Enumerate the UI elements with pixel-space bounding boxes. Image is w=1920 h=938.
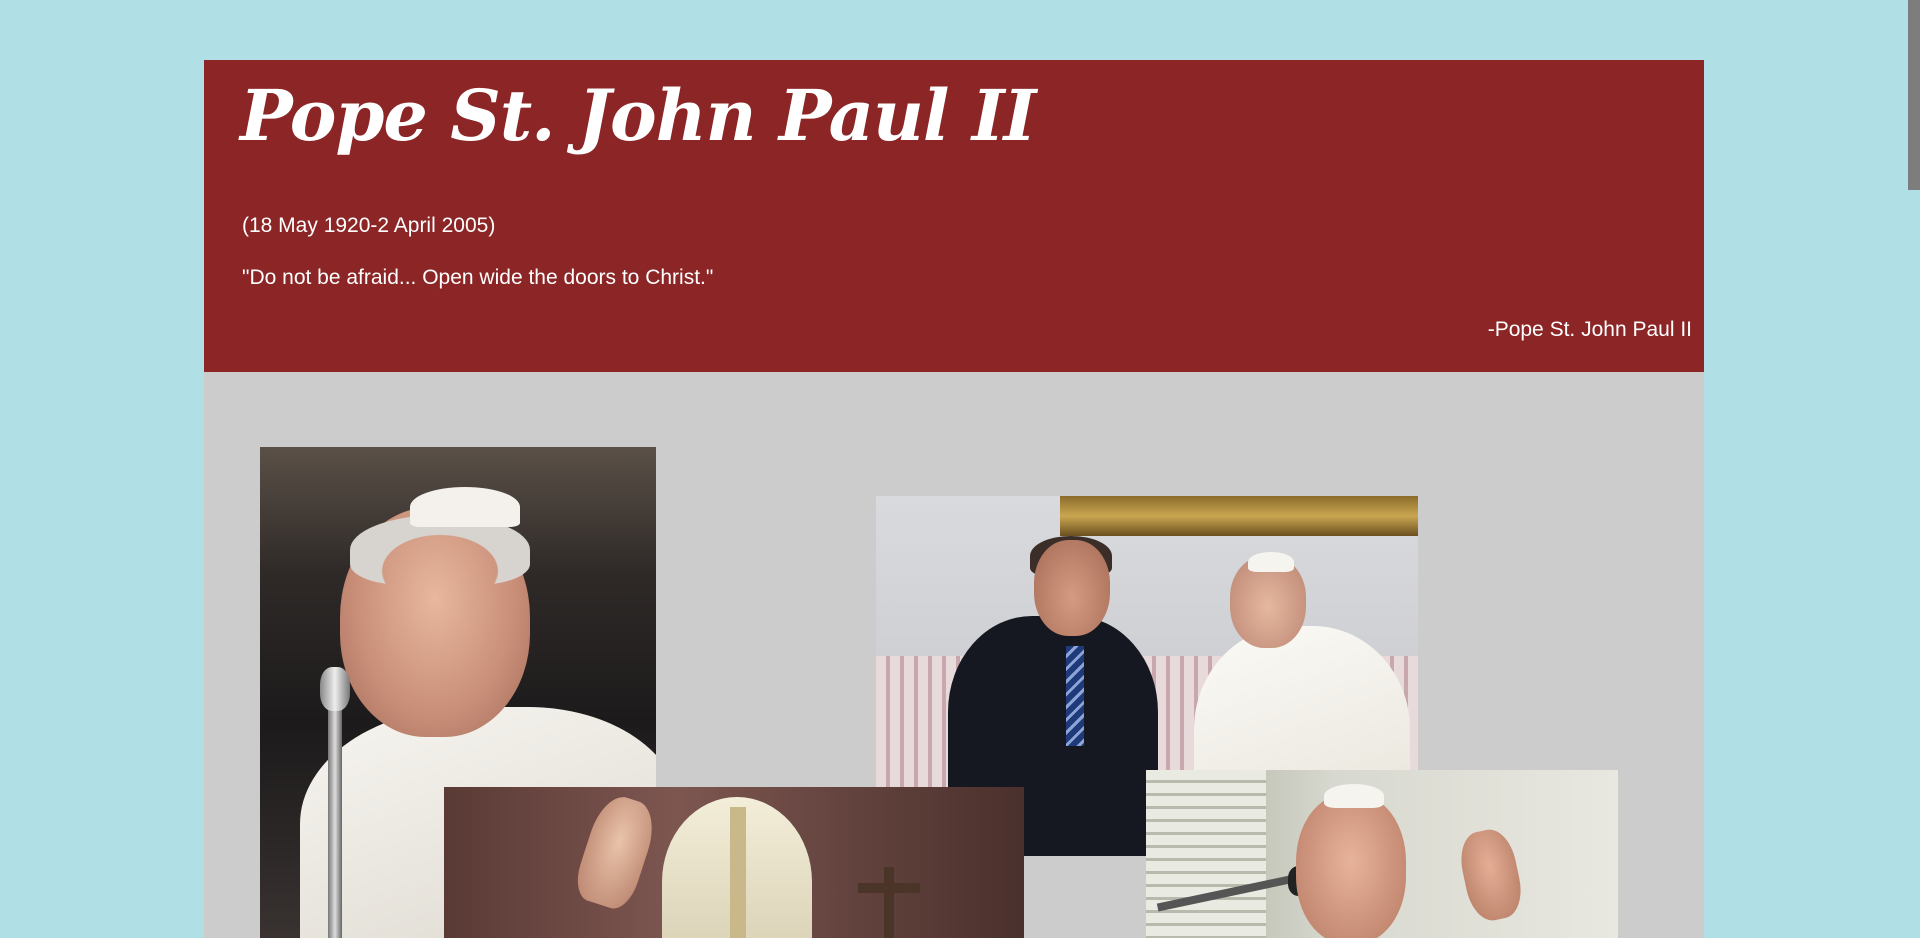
photo-gallery (204, 372, 1704, 938)
page-title: Pope St. John Paul II (240, 74, 1036, 157)
photo-picture-frame (1060, 496, 1418, 536)
header-banner: Pope St. John Paul II (18 May 1920-2 Apr… (204, 60, 1704, 372)
vertical-scrollbar[interactable] (1908, 0, 1920, 938)
page-container: Pope St. John Paul II (18 May 1920-2 Apr… (204, 60, 1704, 938)
photo-tie (1066, 646, 1084, 746)
photo-mitre-band (730, 807, 746, 938)
photo-waving-from-window (1146, 770, 1618, 938)
photo-hand (570, 790, 662, 914)
photo-face (1296, 794, 1406, 938)
photo-microphone (320, 667, 350, 711)
photo-zucchetto (410, 487, 520, 527)
photo-zucchetto (1324, 784, 1384, 808)
photo-mitre-blessing (444, 787, 1024, 938)
photo-crozier-bar (858, 883, 920, 893)
photo-waving-hand (1455, 825, 1527, 925)
quote-attribution: -Pope St. John Paul II (1487, 318, 1692, 341)
photo-face (1034, 540, 1110, 636)
photo-zucchetto (1248, 552, 1294, 572)
photo-shutter (1146, 770, 1266, 938)
scrollbar-thumb[interactable] (1908, 0, 1920, 190)
photo-microphone-stand (328, 677, 342, 938)
photo-crozier (884, 867, 894, 938)
life-dates: (18 May 1920-2 April 2005) (242, 214, 496, 237)
quote-text: "Do not be afraid... Open wide the doors… (242, 266, 714, 289)
